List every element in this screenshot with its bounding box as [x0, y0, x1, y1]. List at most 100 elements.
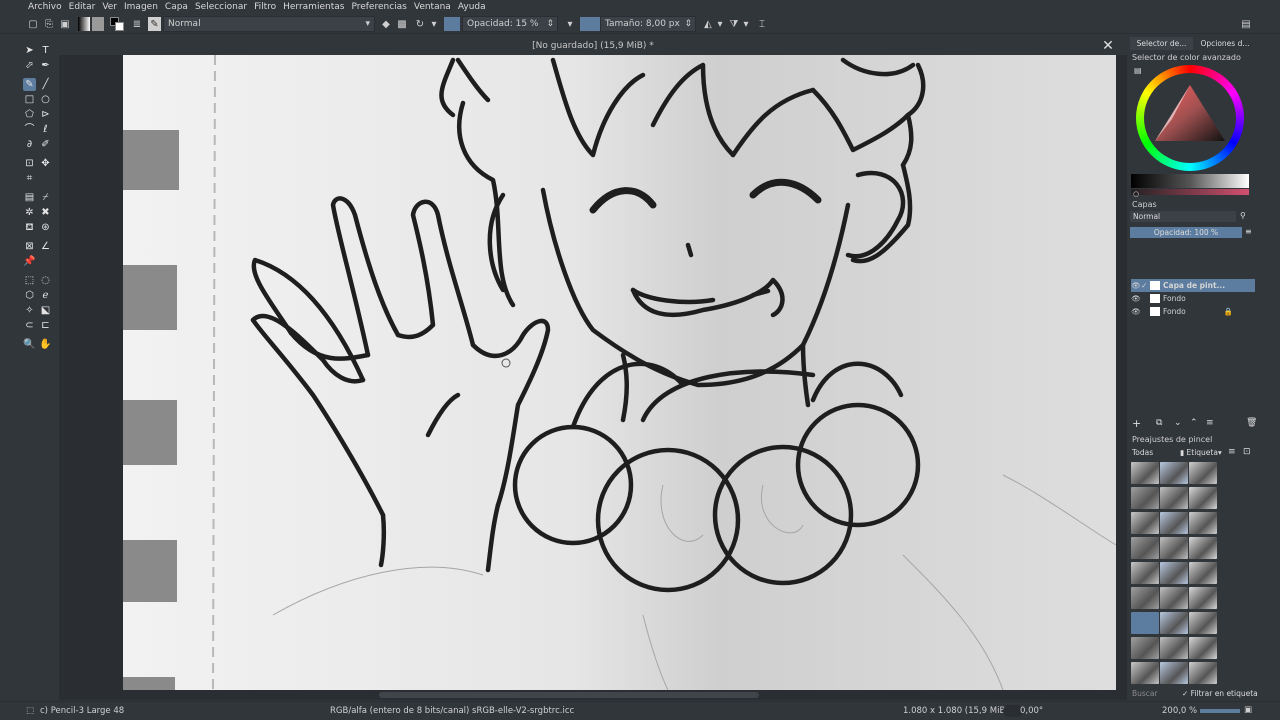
brush-settings-icon[interactable]: ≣	[131, 17, 143, 31]
gradient-swatch[interactable]	[78, 17, 90, 31]
brush-preset-tile[interactable]	[1189, 587, 1217, 609]
brush-preset-tile[interactable]	[1189, 662, 1217, 684]
brush-filter-select[interactable]: Todas	[1132, 448, 1172, 459]
brush-preset-tile[interactable]	[1131, 487, 1159, 509]
menu-preferencias[interactable]: Preferencias	[351, 2, 406, 12]
brush-preset-tile[interactable]	[1131, 537, 1159, 559]
layer-row-fondo-1[interactable]: 👁 Fondo	[1131, 292, 1255, 305]
menu-imagen[interactable]: Imagen	[124, 2, 158, 12]
menu-filtro[interactable]: Filtro	[254, 2, 276, 12]
layer-row-paint[interactable]: 👁 ✓ Capa de pint...	[1131, 279, 1255, 292]
new-document-icon[interactable]: ▢	[27, 17, 39, 31]
move-tool-icon[interactable]: ✥	[39, 157, 52, 170]
calligraphy-icon[interactable]: ✒	[39, 59, 52, 72]
saturation-slider[interactable]	[1131, 189, 1249, 195]
move-up-icon[interactable]: ⌃	[1190, 418, 1198, 428]
tab-tool-options[interactable]: Opciones d...	[1194, 37, 1256, 50]
brush-preset-tile[interactable]	[1160, 462, 1188, 484]
polygon-select-icon[interactable]: ⬡	[23, 289, 36, 302]
brush-preset-tile[interactable]	[1189, 462, 1217, 484]
menu-ventana[interactable]: Ventana	[414, 2, 451, 12]
color-picker-icon[interactable]: ⌿	[39, 191, 52, 204]
menu-capa[interactable]: Capa	[165, 2, 188, 12]
magnetic-select-icon[interactable]: ⊏	[39, 319, 52, 332]
add-tag-icon[interactable]: ⊡	[1243, 447, 1251, 457]
chevron-down-icon[interactable]: ▾	[716, 17, 724, 31]
crop-tool-icon[interactable]: ⌗	[23, 172, 36, 185]
filter-icon[interactable]: ⚲	[1240, 211, 1246, 220]
eraser-icon[interactable]: ◆	[380, 17, 392, 31]
fill-tool-icon[interactable]: ⛾	[23, 221, 36, 234]
brush-preset-tile[interactable]	[1131, 662, 1159, 684]
view-mode-icon[interactable]: ≡	[1228, 447, 1236, 457]
brush-preset-tile[interactable]	[1131, 587, 1159, 609]
ellipse-tool-icon[interactable]: ○	[39, 93, 52, 106]
line-tool-icon[interactable]: ╱	[39, 78, 52, 91]
freehand-select-icon[interactable]: ℯ	[39, 289, 52, 302]
tab-color-selector[interactable]: Selector de...	[1130, 37, 1193, 50]
brush-tag-select[interactable]: ▮ Etiqueta▾	[1180, 448, 1224, 459]
similar-select-icon[interactable]: ⬕	[39, 304, 52, 317]
blend-mode-select[interactable]: Normal ▾	[163, 16, 375, 32]
brush-preset-tile[interactable]	[1189, 487, 1217, 509]
measure-tool-icon[interactable]: ∠	[39, 240, 52, 253]
color-wheel[interactable]	[1136, 65, 1244, 171]
brush-preset-tile[interactable]	[1160, 612, 1188, 634]
history-icon[interactable]: ○	[1133, 190, 1139, 198]
reference-tool-icon[interactable]: 📌	[23, 255, 36, 268]
freehand-brush-icon[interactable]: ✎	[23, 78, 36, 91]
checkbox-icon[interactable]: ✓	[1141, 281, 1150, 290]
wrap-icon[interactable]: ⌶	[756, 17, 768, 31]
brush-preset-tile[interactable]	[1131, 562, 1159, 584]
visibility-icon[interactable]: 👁	[1131, 294, 1141, 303]
select-shapes-icon[interactable]: ➤	[23, 44, 36, 57]
layer-opacity-slider[interactable]: Opacidad: 100 %	[1130, 227, 1242, 238]
pan-tool-icon[interactable]: ✋	[39, 338, 52, 351]
brush-preset-tile[interactable]	[1160, 662, 1188, 684]
filter-in-tag-checkbox[interactable]: ✓ Filtrar en etiqueta	[1182, 689, 1258, 698]
vertical-scrollbar[interactable]	[1116, 55, 1127, 690]
edit-shapes-icon[interactable]: ⬀	[23, 59, 36, 72]
settings-icon[interactable]: ▤	[1134, 66, 1144, 76]
brush-preset-tile[interactable]	[1189, 637, 1217, 659]
opacity-slider[interactable]: Opacidad: 15 % ⇕	[462, 16, 558, 32]
delete-layer-icon[interactable]: 🗑	[1246, 418, 1257, 428]
transform-tool-icon[interactable]: ⊡	[23, 157, 36, 170]
layer-menu-icon[interactable]: ≡	[1245, 227, 1252, 236]
polygon-tool-icon[interactable]: ⬠	[23, 108, 36, 121]
text-tool-icon[interactable]: T	[39, 44, 52, 57]
move-down-icon[interactable]: ⌄	[1174, 418, 1182, 428]
brush-preset-tile[interactable]	[1160, 487, 1188, 509]
layer-properties-icon[interactable]: ≡	[1206, 418, 1214, 428]
menu-seleccionar[interactable]: Seleccionar	[195, 2, 247, 12]
brush-preset-tile[interactable]	[1160, 587, 1188, 609]
brush-preset-tile[interactable]	[1131, 637, 1159, 659]
duplicate-layer-icon[interactable]: ⧉	[1156, 418, 1162, 428]
visibility-icon[interactable]: 👁	[1131, 281, 1141, 290]
horizontal-scrollbar[interactable]	[59, 690, 1117, 700]
zoom-tool-icon[interactable]: 🔍	[23, 338, 36, 351]
value-slider[interactable]	[1131, 174, 1249, 188]
visibility-icon[interactable]: 👁	[1131, 307, 1141, 316]
rect-select-icon[interactable]: ⬚	[23, 274, 36, 287]
bezier-tool-icon[interactable]: ⌒	[23, 123, 36, 136]
menu-ver[interactable]: Ver	[102, 2, 117, 12]
window-icon[interactable]: ▣	[1244, 705, 1252, 715]
layer-blend-select[interactable]: Normal	[1130, 211, 1236, 222]
smart-patch-icon[interactable]: ✲	[23, 206, 36, 219]
multibrush-icon[interactable]: ✐	[39, 138, 52, 151]
zoom-slider[interactable]	[1200, 709, 1240, 713]
brush-preset-tile[interactable]	[1131, 612, 1159, 634]
layer-row-fondo-2[interactable]: 👁 Fondo 🔒	[1131, 305, 1255, 318]
chevron-down-icon[interactable]: ▾	[430, 17, 438, 31]
brush-preset-tile[interactable]	[1160, 537, 1188, 559]
brush-preset-tile[interactable]	[1189, 512, 1217, 534]
brush-preset-icon[interactable]: ✎	[148, 17, 161, 31]
gradient-tool-icon[interactable]: ▤	[23, 191, 36, 204]
brush-preset-tile[interactable]	[1189, 562, 1217, 584]
chevron-down-icon[interactable]: ▾	[742, 17, 750, 31]
brush-search-input[interactable]: Buscar	[1132, 689, 1158, 698]
reload-icon[interactable]: ↻	[414, 17, 426, 31]
docker-toggle-icon[interactable]: ▤	[1240, 17, 1252, 31]
enclose-fill-icon[interactable]: ⊛	[39, 221, 52, 234]
